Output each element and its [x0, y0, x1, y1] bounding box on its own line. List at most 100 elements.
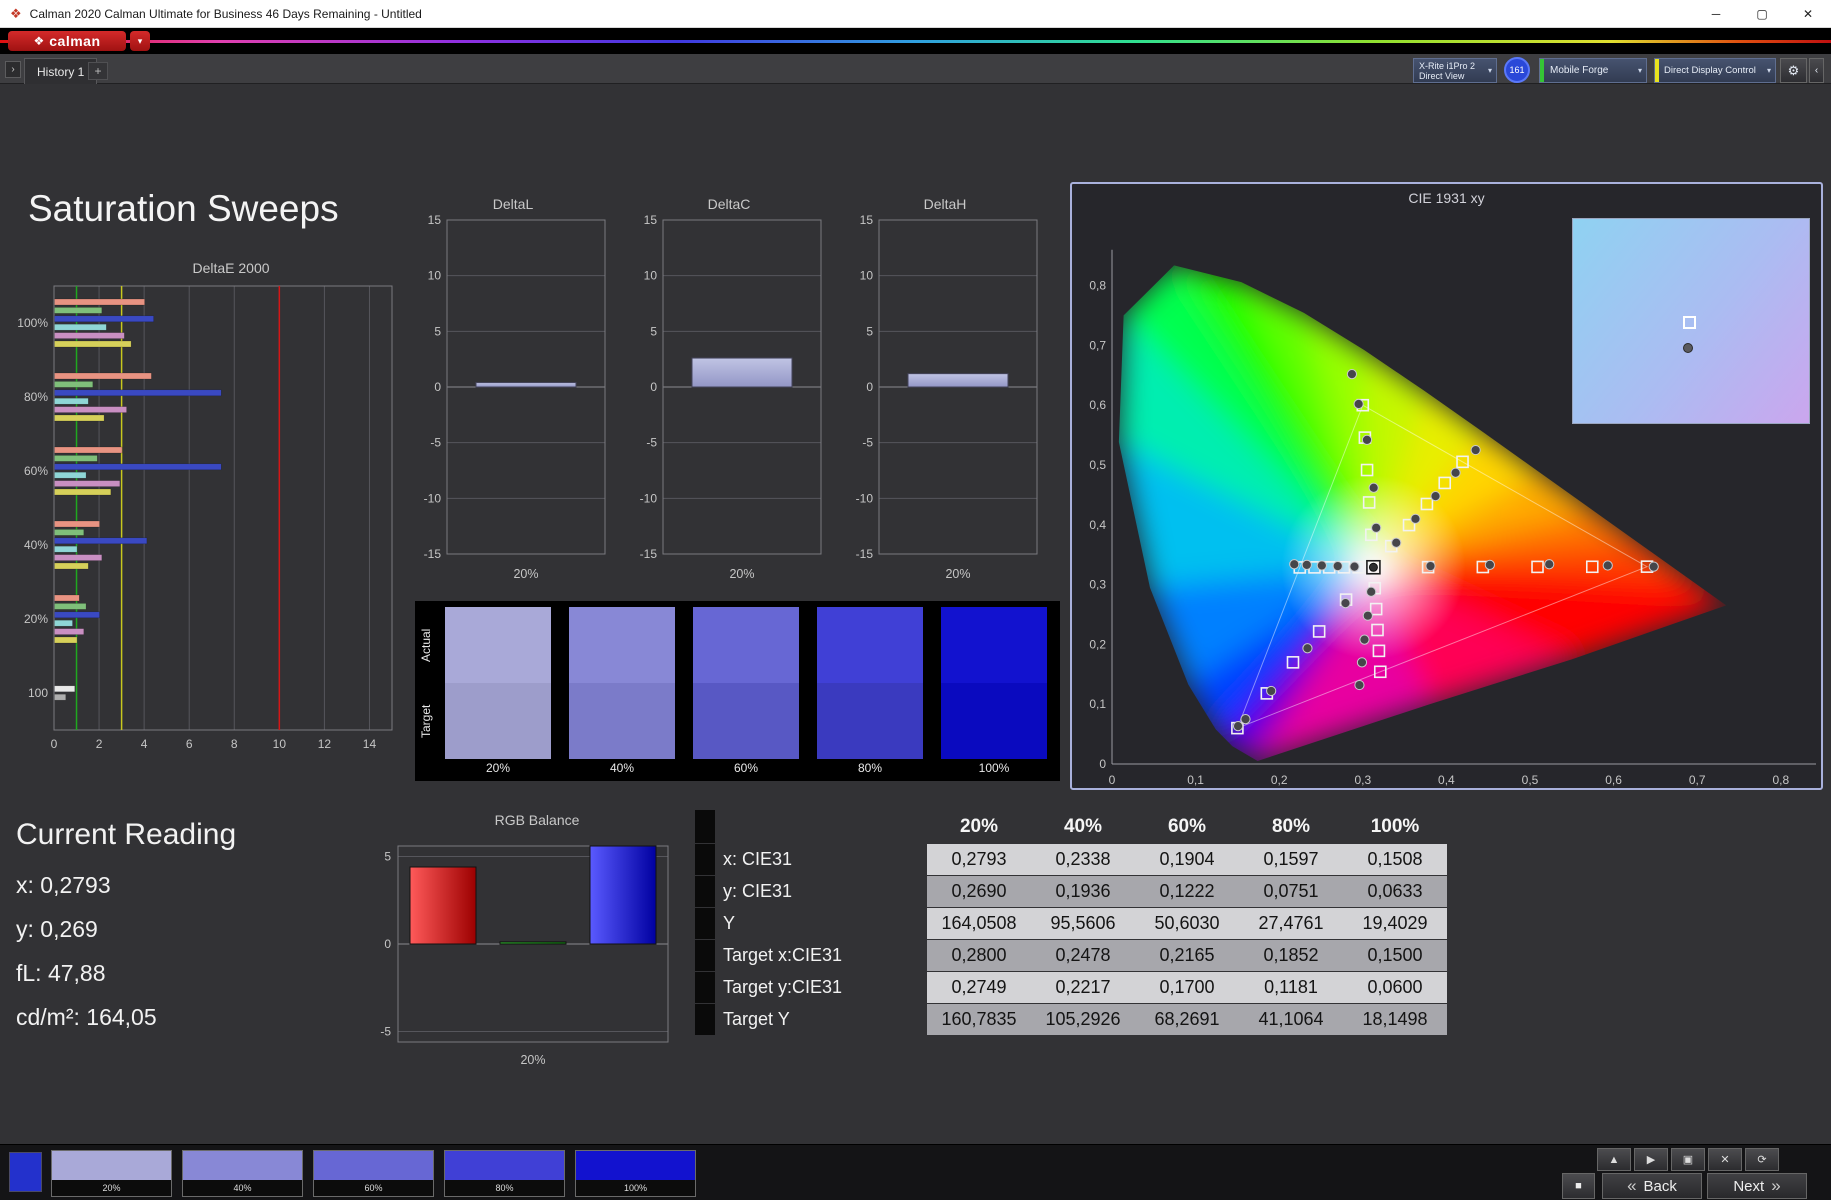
deltac-plot-area: 15 10 5 0 -5 -10 -15 20% — [629, 213, 829, 599]
svg-text:0,3: 0,3 — [1354, 773, 1371, 787]
minimize-button[interactable]: ─ — [1693, 0, 1739, 27]
measurement-table: 20% 40% 60% 80% 100% x: CIE31 0,2793 0,2338 0,19… — [695, 810, 1447, 1036]
table-row: y: CIE31 0,2690 0,1936 0,1222 0,0751 0,0633 — [695, 876, 1447, 907]
deltal-plot-area: 15 10 5 0 -5 -10 -15 20% — [413, 213, 613, 599]
up-button[interactable]: ▲ — [1597, 1148, 1631, 1171]
pattern-swatch-80%[interactable]: 80% — [444, 1150, 565, 1197]
target-swatch — [445, 683, 551, 759]
table-value-cell: 50,6030 — [1135, 908, 1239, 939]
svg-text:12: 12 — [318, 737, 332, 751]
current-reading-panel: Current Reading x: 0,2793 y: 0,269 fL: 4… — [16, 818, 236, 1048]
close-button[interactable]: ✕ — [1785, 0, 1831, 27]
svg-text:-5: -5 — [646, 436, 657, 450]
add-tab-button[interactable]: + — [88, 62, 108, 80]
table-value-cell: 0,0751 — [1239, 876, 1343, 907]
table-row-label: y: CIE31 — [723, 881, 793, 901]
svg-text:60%: 60% — [24, 464, 48, 478]
table-value-cell: 105,2926 — [1031, 1004, 1135, 1035]
table-value-cell: 0,2338 — [1031, 844, 1135, 875]
pattern-swatch-60%[interactable]: 60% — [313, 1150, 434, 1197]
deltae-bar — [54, 315, 154, 323]
meter-select-button[interactable]: X-Rite i1Pro 2 Direct View ▾ — [1413, 58, 1497, 83]
cie-measured-marker — [1354, 679, 1365, 691]
display-button[interactable]: ▣ — [1671, 1148, 1705, 1171]
back-button[interactable]: « Back — [1602, 1173, 1702, 1199]
svg-text:15: 15 — [860, 214, 874, 227]
collapse-toolbar-button[interactable]: ‹ — [1809, 58, 1824, 83]
deltae-bar — [54, 397, 89, 405]
table-value-cell: 0,2690 — [927, 876, 1031, 907]
current-reading-x: x: 0,2793 — [16, 872, 111, 898]
svg-text:20%: 20% — [513, 567, 538, 581]
calman-menu-dropdown[interactable]: ▾ — [130, 31, 150, 51]
chevrons-left-icon: « — [1627, 1176, 1637, 1195]
table-value-cell: 0,1500 — [1343, 940, 1447, 971]
settings-button[interactable]: ⚙ — [1780, 58, 1807, 83]
tab-history-1[interactable]: History 1 — [24, 58, 98, 84]
svg-text:0,5: 0,5 — [1522, 773, 1539, 787]
cie-measured-marker — [1356, 657, 1368, 668]
panel-toggle-button[interactable]: › — [5, 61, 21, 78]
cie-zoom-inset — [1572, 218, 1810, 424]
next-button-label: Next — [1733, 1177, 1765, 1195]
pattern-label: 60% — [314, 1180, 433, 1196]
refresh-button[interactable]: ⟳ — [1745, 1148, 1779, 1171]
deltae-bar — [54, 529, 85, 536]
cie-measured-marker — [1371, 522, 1382, 533]
meter-status-badge[interactable]: 161 — [1504, 57, 1530, 83]
display-control-button[interactable]: Direct Display Control ▾ — [1654, 58, 1776, 83]
svg-text:-5: -5 — [430, 436, 441, 450]
cie-measured-marker — [1391, 537, 1402, 548]
swatch-column-label: 20% — [485, 761, 511, 775]
deltae-bar — [54, 545, 78, 553]
table-value-cell: 0,1508 — [1343, 844, 1447, 875]
target-swatch — [817, 683, 923, 759]
swatch-column-label: 40% — [609, 761, 635, 775]
deltae-bar — [54, 537, 148, 545]
svg-text:100%: 100% — [18, 316, 48, 330]
swatch-row-label-actual: Actual — [419, 628, 433, 662]
table-value-cell: 0,1597 — [1239, 844, 1343, 875]
table-spacer — [695, 876, 715, 907]
stop-button[interactable]: ■ — [1562, 1173, 1595, 1199]
table-value-cell: 19,4029 — [1343, 908, 1447, 939]
svg-text:20%: 20% — [520, 1053, 545, 1067]
next-button[interactable]: Next » — [1707, 1173, 1807, 1199]
maximize-button[interactable]: ▢ — [1739, 0, 1785, 27]
svg-text:5: 5 — [866, 324, 873, 338]
current-reading-y: y: 0,269 — [16, 916, 98, 942]
svg-text:5: 5 — [434, 324, 441, 338]
pattern-color — [52, 1151, 171, 1180]
deltae-bar — [54, 471, 87, 479]
deltae-bar — [54, 307, 103, 314]
pattern-swatch-40%[interactable]: 40% — [182, 1150, 303, 1197]
chevron-down-icon: ▾ — [1637, 66, 1642, 75]
pattern-swatch-20%[interactable]: 20% — [51, 1150, 172, 1197]
table-spacer — [695, 810, 715, 843]
deltae-bar — [54, 381, 94, 388]
source-select-button[interactable]: Mobile Forge ▾ — [1539, 58, 1647, 83]
pattern-swatch-100%[interactable]: 100% — [575, 1150, 696, 1197]
svg-text:0: 0 — [1109, 773, 1116, 787]
deltaL-bar — [475, 382, 577, 388]
swatch-column-label: 100% — [978, 761, 1010, 775]
target-swatch — [693, 683, 799, 759]
deltaH-bar — [907, 373, 1009, 388]
current-reading-fl: fL: 47,88 — [16, 960, 106, 986]
svg-text:4: 4 — [141, 737, 148, 751]
cie-measured-marker — [1332, 560, 1343, 572]
table-row: Target x:CIE31 0,2800 0,2478 0,2165 0,1852 0,… — [695, 940, 1447, 971]
deltae-bar — [54, 636, 78, 644]
play-button[interactable]: ▶ — [1634, 1148, 1668, 1171]
cie-measured-marker — [1353, 398, 1364, 410]
close-button[interactable]: ✕ — [1708, 1148, 1742, 1171]
cie-measured-marker — [1410, 513, 1421, 524]
play-icon: ▶ — [1646, 1154, 1656, 1166]
table-value-cell: 164,0508 — [927, 908, 1031, 939]
table-value-cell: 0,1936 — [1031, 876, 1135, 907]
svg-text:0: 0 — [384, 937, 391, 951]
calman-logo-button[interactable]: ❖ calman — [8, 31, 126, 51]
target-swatch — [569, 683, 675, 759]
deltac-chart-title: DeltaC — [707, 196, 751, 212]
svg-text:-10: -10 — [424, 491, 442, 505]
